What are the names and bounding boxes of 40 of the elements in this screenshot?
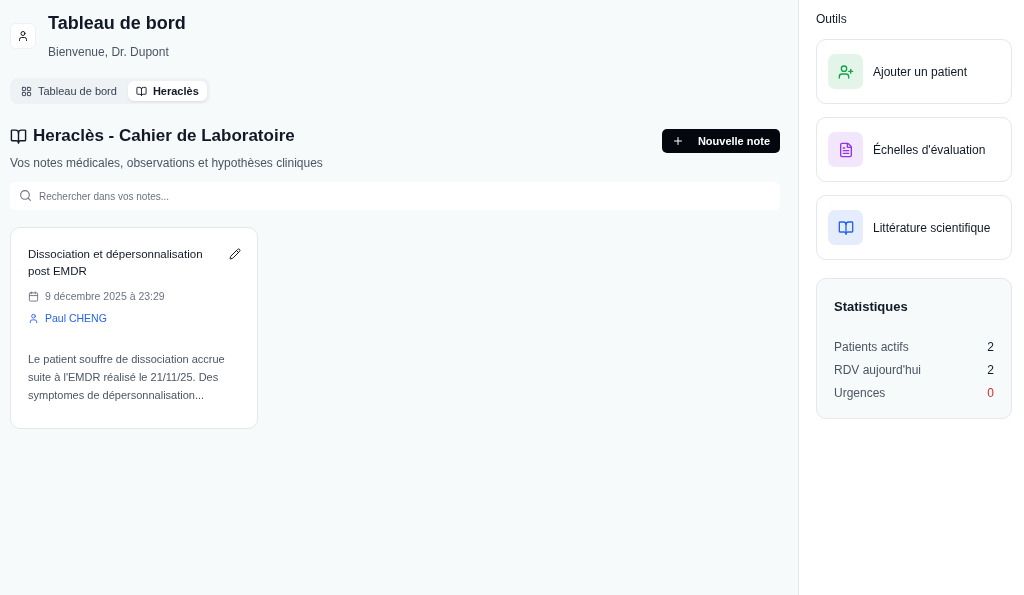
stat-value: 0 <box>987 386 994 400</box>
note-card[interactable]: Dissociation et dépersonnalisation post EMDR 9 décembre 2025 à 23:29 Paul CHENG Le patient souffre de dissociation accrue suite à l'EMDR réalisé le 21/11/25. Des symptomes de dépersonnalisation... <box>10 227 258 429</box>
tool-label: Échelles d'évaluation <box>873 142 986 157</box>
calendar-icon <box>28 290 39 302</box>
search-icon <box>19 189 32 202</box>
note-date: 9 décembre 2025 à 23:29 <box>45 290 165 302</box>
tools-heading: Outils <box>816 12 848 26</box>
stat-label: Patients actifs <box>834 340 909 354</box>
welcome-text: Bienvenue, Dr. Dupont <box>48 45 170 59</box>
tab[interactable]: Tableau de bord <box>13 81 125 101</box>
stat-value: 2 <box>987 340 994 354</box>
page-title: Tableau de bord <box>48 13 186 34</box>
section-subtitle: Vos notes médicales, observations et hypothèses cliniques <box>10 156 323 170</box>
patient-link[interactable]: Paul CHENG <box>45 312 107 324</box>
tool-card[interactable]: Ajouter un patient <box>816 39 1012 104</box>
user-icon <box>17 30 29 42</box>
tool-card[interactable]: Échelles d'évaluation <box>816 117 1012 182</box>
note-excerpt: Le patient souffre de dissociation accrue suite à l'EMDR réalisé le 21/11/25. Des symptomes de dépersonnalisation... <box>28 352 226 403</box>
add-user-icon <box>837 63 854 80</box>
new-note-button[interactable]: Nouvelle note <box>661 129 780 153</box>
stat-label: RDV aujourd'hui <box>834 363 921 377</box>
user-avatar[interactable] <box>10 23 36 49</box>
tool-label: Ajouter un patient <box>873 64 968 79</box>
stats-title: Statistiques <box>834 299 909 314</box>
section-title: Heraclès - Cahier de Laboratoire <box>33 126 295 146</box>
user-icon <box>28 312 39 324</box>
edit-icon[interactable] <box>229 248 241 260</box>
stat-label: Urgences <box>834 386 886 400</box>
document-icon <box>837 141 854 158</box>
plus-icon <box>671 135 684 147</box>
stat-value: 2 <box>987 363 994 377</box>
book-icon <box>10 127 27 145</box>
book-icon <box>837 219 854 236</box>
search-field[interactable]: Rechercher dans vos notes... <box>10 182 780 210</box>
book-icon <box>135 85 147 97</box>
tab[interactable]: Heraclès <box>127 81 207 101</box>
note-title: Dissociation et dépersonnalisation post EMDR <box>28 247 204 279</box>
grid-icon <box>21 85 32 97</box>
tool-label: Littérature scientifique <box>873 220 991 235</box>
tool-card[interactable]: Littérature scientifique <box>816 195 1012 260</box>
